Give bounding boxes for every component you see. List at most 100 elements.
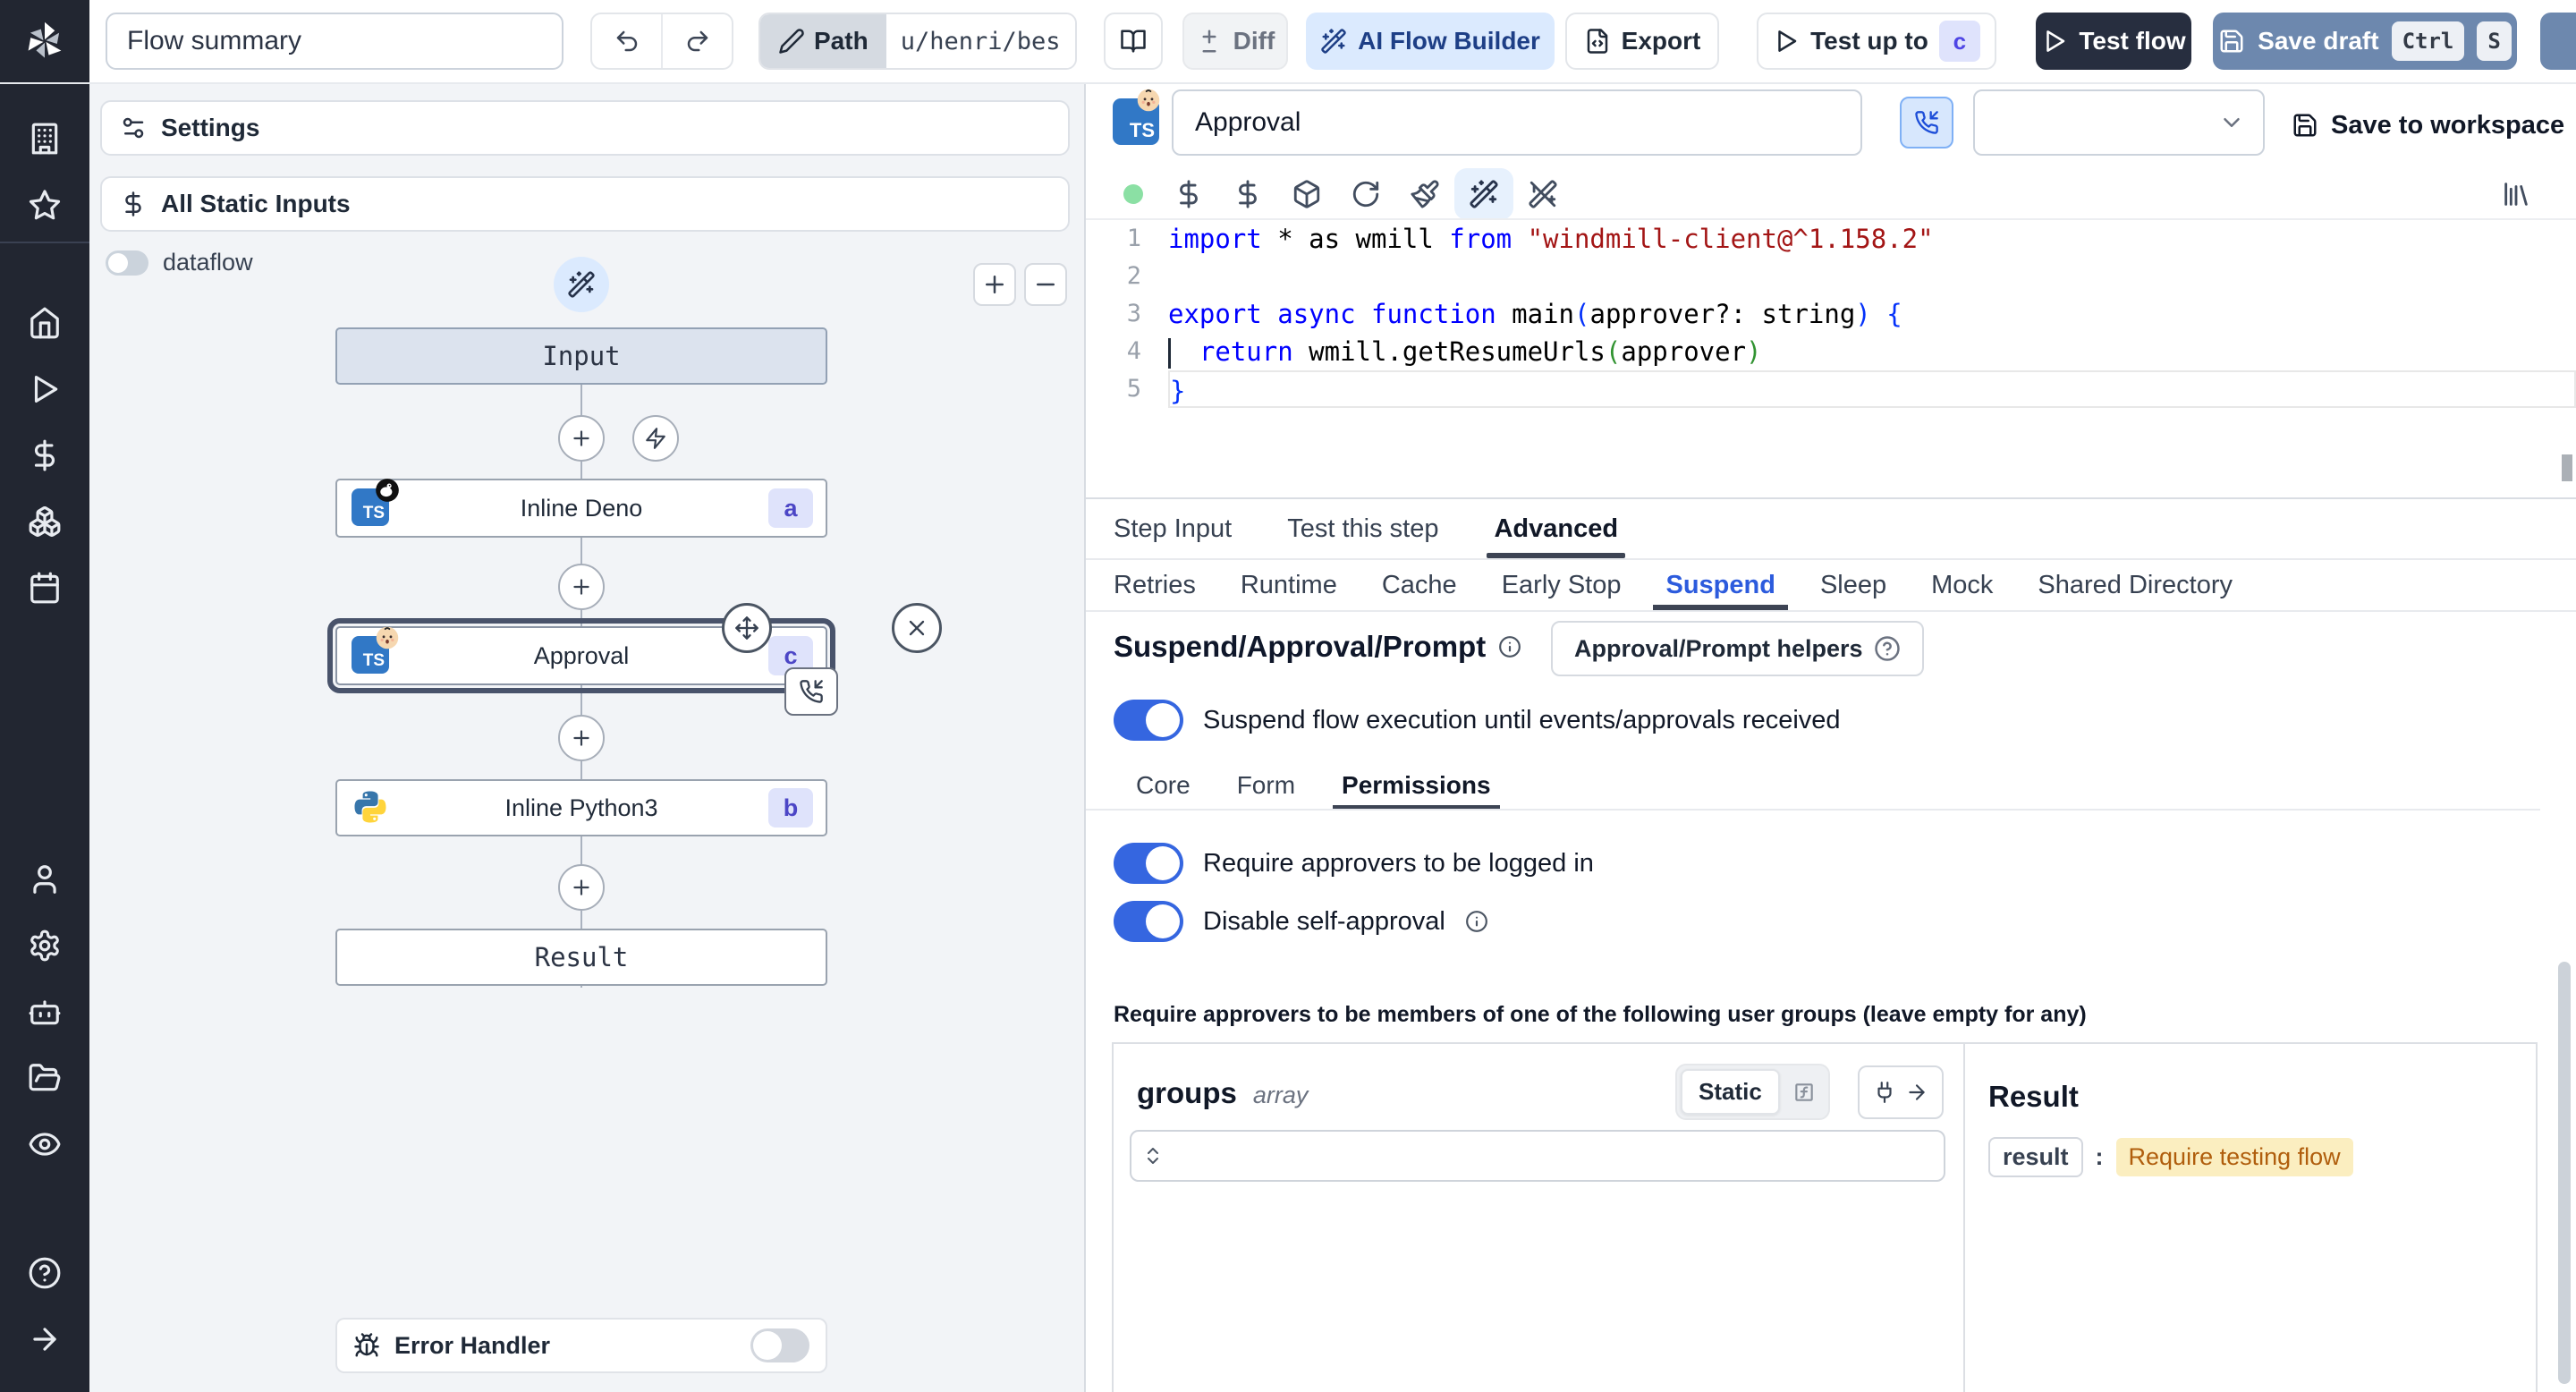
sidebar-item-help-circle[interactable]	[0, 1240, 89, 1306]
ai-step-suggestion-button[interactable]	[554, 257, 609, 312]
sidebar-item-building[interactable]	[0, 106, 89, 172]
test-up-to-button[interactable]: Test up to c	[1757, 13, 1996, 70]
deploy-button-partial[interactable]	[2540, 13, 2576, 70]
flow-node-input[interactable]: Input	[335, 327, 827, 385]
zoom-in-button[interactable]	[973, 263, 1016, 306]
sidebar-item-star[interactable]	[0, 172, 89, 238]
flow-node-inline-python3[interactable]: Inline Python3 b	[335, 779, 827, 836]
sidebar-item-folder-open[interactable]	[0, 1045, 89, 1111]
windmill-logo[interactable]	[0, 0, 89, 82]
sidebar-item-dollar-sign[interactable]	[0, 422, 89, 488]
tab-retries[interactable]: Retries	[1114, 560, 1196, 610]
dataflow-toggle[interactable]	[106, 250, 148, 276]
tab-cache[interactable]: Cache	[1382, 560, 1457, 610]
insert-trigger-button[interactable]	[632, 415, 679, 462]
tab-core[interactable]: Core	[1136, 760, 1191, 811]
folder-open-icon	[28, 1061, 62, 1095]
sidebar-item-arrow-right[interactable]	[0, 1306, 89, 1372]
tab-step-input[interactable]: Step Input	[1114, 499, 1232, 558]
phone-incoming-icon	[1914, 110, 1939, 135]
play-icon	[1773, 28, 1800, 55]
insert-step-button[interactable]	[558, 415, 605, 462]
editor-scrollbar[interactable]	[2562, 454, 2572, 481]
insert-step-button[interactable]	[558, 564, 605, 610]
info-icon[interactable]	[1465, 910, 1488, 933]
tab-runtime[interactable]: Runtime	[1241, 560, 1337, 610]
settings-icon	[28, 929, 62, 963]
save-draft-button[interactable]: Save draft Ctrl S	[2213, 13, 2517, 70]
wand-off-button[interactable]	[1513, 168, 1572, 220]
flow-node-inline-deno[interactable]: TS Inline Deno a	[335, 479, 827, 538]
delete-step-button[interactable]	[892, 603, 942, 653]
step-name-input[interactable]	[1172, 89, 1862, 156]
sidebar-item-settings[interactable]	[0, 912, 89, 979]
approval-suspend-indicator[interactable]	[784, 667, 838, 716]
sidebar-item-eye[interactable]	[0, 1111, 89, 1177]
wand-button[interactable]	[1454, 168, 1513, 220]
rotate-cw-button[interactable]	[1336, 168, 1395, 220]
tab-shared-directory[interactable]: Shared Directory	[2038, 560, 2233, 610]
sidebar-item-bot[interactable]	[0, 979, 89, 1045]
error-handler-toggle[interactable]	[750, 1328, 809, 1362]
workspace-script-select[interactable]	[1973, 89, 2265, 156]
dollar-sign-button[interactable]	[1218, 168, 1277, 220]
dollar-sign-button[interactable]	[1159, 168, 1218, 220]
insert-step-button[interactable]	[558, 715, 605, 761]
suspend-phone-button[interactable]	[1900, 97, 1953, 149]
zoom-out-button[interactable]	[1024, 263, 1067, 306]
tab-suspend[interactable]: Suspend	[1649, 560, 1792, 610]
ai-flow-builder-button[interactable]: AI Flow Builder	[1306, 13, 1555, 70]
static-mode-button[interactable]: Static	[1681, 1069, 1780, 1115]
export-button[interactable]: Export	[1565, 13, 1719, 70]
suspend-enable-toggle[interactable]	[1114, 700, 1183, 741]
test-flow-button[interactable]: Test flow	[2036, 13, 2191, 70]
tab-permissions[interactable]: Permissions	[1333, 760, 1500, 811]
tab-advanced[interactable]: Advanced	[1487, 499, 1625, 558]
error-handler-card[interactable]: Error Handler	[335, 1318, 827, 1373]
save-icon	[2218, 28, 2245, 55]
path-edit-button[interactable]: Path	[760, 14, 886, 68]
connect-input-button[interactable]	[1858, 1065, 1944, 1119]
library-button[interactable]	[2487, 168, 2546, 220]
save-to-workspace-button[interactable]: Save to workspace	[2292, 100, 2564, 150]
tab-test-this-step[interactable]: Test this step	[1287, 499, 1438, 558]
sidebar-admin-group	[0, 846, 89, 1177]
flow-node-result[interactable]: Result	[335, 929, 827, 986]
undo-button[interactable]	[592, 14, 661, 68]
diff-button[interactable]: Diff	[1182, 13, 1288, 70]
flow-summary-input[interactable]	[106, 13, 564, 70]
info-icon[interactable]	[1498, 635, 1521, 658]
docs-button[interactable]	[1104, 13, 1163, 70]
tab-early-stop[interactable]: Early Stop	[1502, 560, 1622, 610]
sidebar-item-boxes[interactable]	[0, 488, 89, 555]
arrow-right-icon	[1905, 1081, 1928, 1104]
insert-step-button[interactable]	[558, 864, 605, 911]
flow-node-approval-selected[interactable]: TS Approval c	[327, 603, 942, 716]
suspend-subtabs: Core Form Permissions	[1136, 760, 1500, 811]
tab-form[interactable]: Form	[1237, 760, 1295, 811]
code-editor[interactable]: 1 import * as wmill from "windmill-client…	[1086, 218, 2576, 499]
panel-scrollbar[interactable]	[2558, 962, 2571, 1384]
ai-flow-builder-label: AI Flow Builder	[1358, 27, 1540, 55]
sidebar-item-user[interactable]	[0, 846, 89, 912]
paintbrush-button[interactable]	[1395, 168, 1454, 220]
user-icon	[28, 862, 62, 896]
tab-mock[interactable]: Mock	[1931, 560, 1993, 610]
move-step-button[interactable]	[722, 603, 772, 653]
redo-button[interactable]	[661, 14, 732, 68]
all-static-inputs-card[interactable]: All Static Inputs	[100, 176, 1070, 232]
eye-icon	[28, 1127, 62, 1161]
groups-array-input[interactable]	[1130, 1130, 1945, 1182]
sidebar-item-play[interactable]	[0, 356, 89, 422]
approval-prompt-helpers-button[interactable]: Approval/Prompt helpers	[1551, 621, 1924, 676]
disable-self-approval-toggle[interactable]	[1114, 901, 1183, 942]
python-lang-icon	[352, 788, 391, 828]
path-control[interactable]: Path u/henri/bes	[758, 13, 1077, 70]
package-button[interactable]	[1277, 168, 1336, 220]
sidebar-item-home[interactable]	[0, 290, 89, 356]
sidebar-item-calendar[interactable]	[0, 555, 89, 621]
function-mode-button[interactable]	[1784, 1072, 1825, 1113]
flow-settings-card[interactable]: Settings	[100, 100, 1070, 156]
require-login-toggle[interactable]	[1114, 843, 1183, 884]
tab-sleep[interactable]: Sleep	[1820, 560, 1886, 610]
